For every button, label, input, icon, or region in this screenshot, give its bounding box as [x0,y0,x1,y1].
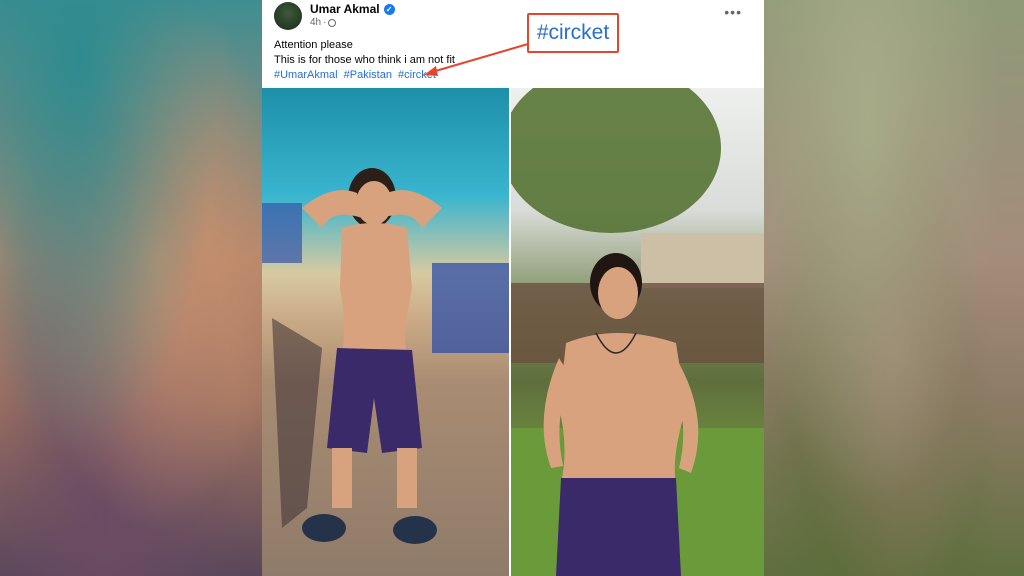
post-time[interactable]: 4h [310,17,321,28]
post-meta: 4h · [310,17,337,28]
blurred-background-left [0,0,262,576]
verified-badge-icon: ✓ [383,3,395,15]
annotation-callout: #circket [527,13,619,53]
photo-left[interactable] [262,88,509,576]
more-options-icon[interactable]: ••• [724,4,742,20]
author-avatar[interactable] [274,2,302,30]
hashtag-umarakmal[interactable]: #UmarAkmal [274,69,338,81]
annotation-arrow-icon [424,43,529,76]
author-name[interactable]: Umar Akmal [310,2,380,16]
photo-left-figure [262,168,509,544]
annotation-label: #circket [536,21,610,44]
photo-right-figure [511,88,764,576]
author-name-row: Umar Akmal ✓ [310,2,395,16]
globe-icon [328,18,337,27]
hashtag-pakistan[interactable]: #Pakistan [344,69,392,81]
photo-right[interactable] [511,88,764,576]
blurred-background-right [764,0,1024,576]
